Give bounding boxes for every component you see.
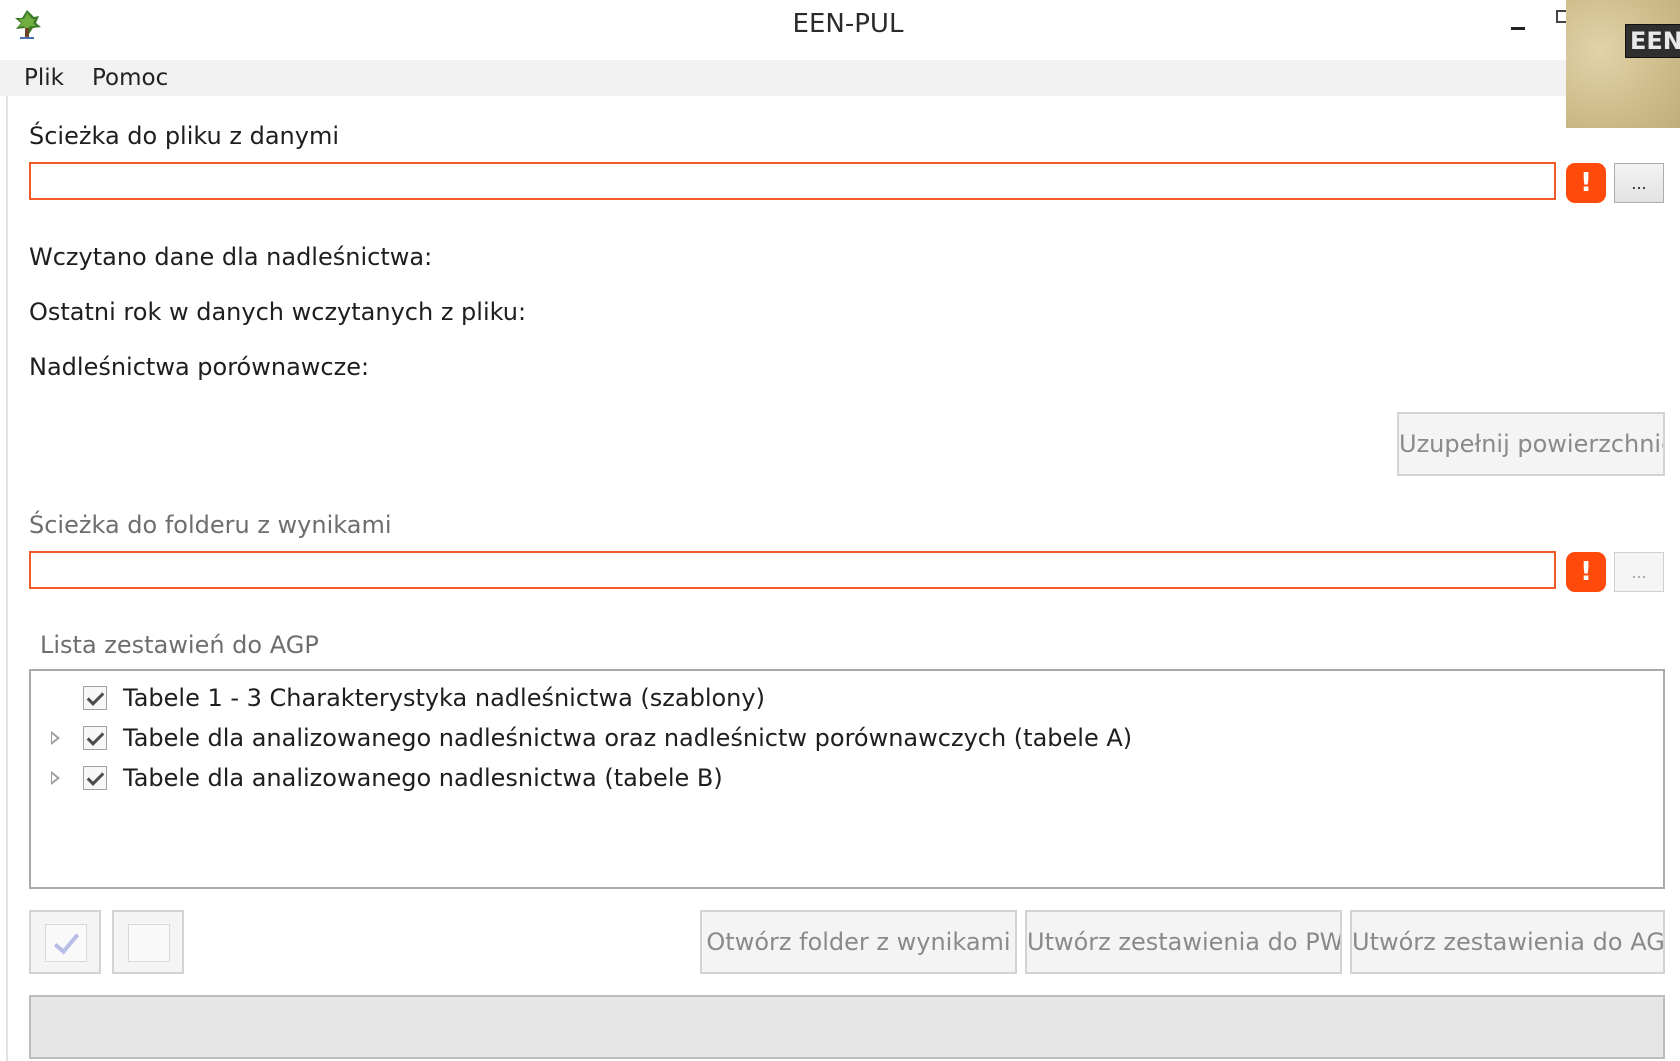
tree-item-tables-1-3[interactable]: Tabele 1 - 3 Charakterystyka nadleśnictw… xyxy=(31,683,1663,717)
overlay-label: EEN xyxy=(1625,24,1680,58)
menu-bar: Plik Pomoc xyxy=(0,60,1566,96)
tree-item-tables-b[interactable]: Tabele dla analizowanego nadlesnictwa (t… xyxy=(31,763,1663,797)
empty-checkbox-icon xyxy=(128,924,170,962)
data-file-path-input[interactable] xyxy=(29,162,1556,200)
tree-item-label: Tabele dla analizowanego nadleśnictwa or… xyxy=(123,724,1133,752)
check-icon xyxy=(45,924,87,962)
output-folder-error-icon: ! xyxy=(1566,552,1606,592)
menu-item-pomoc[interactable]: Pomoc xyxy=(92,65,168,91)
loaded-forestry-label: Wczytano dane dla nadleśnictwa: xyxy=(29,243,433,271)
tree-item-label: Tabele dla analizowanego nadlesnictwa (t… xyxy=(123,764,723,792)
create-pwf-reports-button[interactable]: Utwórz zestawienia do PWF xyxy=(1025,910,1342,974)
tree-item-checkbox[interactable] xyxy=(83,766,107,790)
window-title: EEN-PUL xyxy=(792,9,904,39)
report-tree: Tabele 1 - 3 Charakterystyka nadleśnictw… xyxy=(29,669,1665,889)
data-file-error-icon: ! xyxy=(1566,163,1606,203)
expand-arrow-icon[interactable] xyxy=(51,771,60,785)
output-folder-label: Ścieżka do folderu z wynikami xyxy=(29,511,392,539)
expand-arrow-icon[interactable] xyxy=(51,731,60,745)
output-folder-browse-button[interactable]: ... xyxy=(1614,552,1664,592)
window-left-border xyxy=(6,96,8,1061)
comparative-forestries-label: Nadleśnictwa porównawcze: xyxy=(29,353,370,381)
data-file-browse-button[interactable]: ... xyxy=(1614,163,1664,203)
tree-item-label: Tabele 1 - 3 Charakterystyka nadleśnictw… xyxy=(123,684,765,712)
overlay-thumbnail: EEN xyxy=(1566,0,1680,128)
fill-area-button[interactable]: Uzupełnij powierzchnię xyxy=(1397,412,1665,476)
data-file-label: Ścieżka do pliku z danymi xyxy=(29,122,340,150)
menu-item-plik[interactable]: Plik xyxy=(24,65,64,91)
report-list-title: Lista zestawień do AGP xyxy=(40,631,319,659)
output-folder-path-input[interactable] xyxy=(29,551,1556,589)
deselect-all-button[interactable] xyxy=(112,910,184,974)
tree-item-checkbox[interactable] xyxy=(83,686,107,710)
last-year-label: Ostatni rok w danych wczytanych z pliku: xyxy=(29,298,527,326)
tree-item-tables-a[interactable]: Tabele dla analizowanego nadleśnictwa or… xyxy=(31,723,1663,757)
open-results-folder-button[interactable]: Otwórz folder z wynikami xyxy=(700,910,1017,974)
minimize-button[interactable] xyxy=(1496,0,1540,53)
tree-item-checkbox[interactable] xyxy=(83,726,107,750)
create-agp-reports-button[interactable]: Utwórz zestawienia do AGP xyxy=(1350,910,1665,974)
progress-bar xyxy=(29,995,1665,1059)
select-all-button[interactable] xyxy=(29,910,101,974)
title-bar: EEN-PUL xyxy=(0,0,1680,53)
